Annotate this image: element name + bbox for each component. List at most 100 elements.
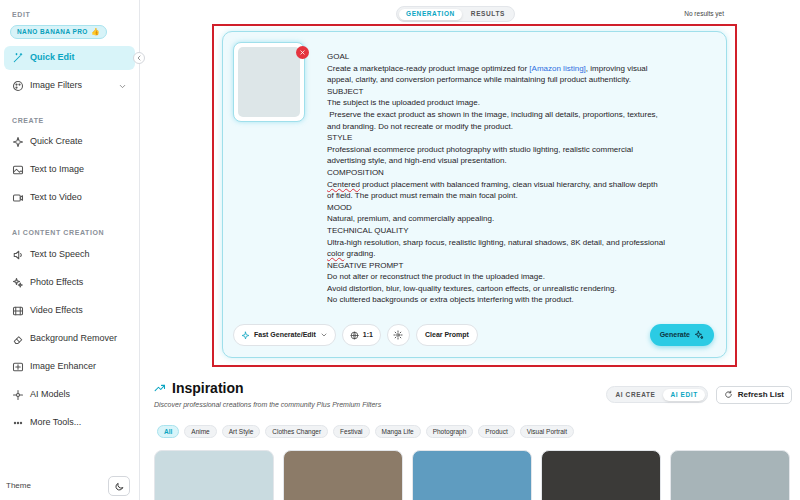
toggle-label: AI EDIT (670, 390, 697, 400)
filter-chip[interactable]: Art Style (222, 425, 261, 438)
refresh-label: Refresh List (738, 389, 784, 401)
inspiration-card[interactable] (541, 450, 661, 500)
sidebar-item[interactable]: Background Remover (4, 327, 135, 351)
prompt-text: of field. The product must remain the ma… (327, 191, 518, 200)
tab[interactable]: RESULTS (464, 9, 512, 20)
prompt-text: COMPOSITION (327, 168, 384, 177)
sparkle-icon (694, 330, 704, 340)
close-icon (298, 48, 307, 57)
prompt-line: STYLE (327, 132, 716, 144)
tab-group: GENERATION RESULTS (396, 6, 515, 22)
refresh-button[interactable]: Refresh List (716, 386, 792, 404)
thumbs-up-icon: 👍 (91, 29, 100, 36)
prompt-text: STYLE (327, 133, 352, 142)
sidebar-item[interactable]: Text to Speech (4, 243, 135, 267)
filter-chip[interactable]: Anime (184, 425, 216, 438)
sidebar-item[interactable]: AI Models (4, 383, 135, 407)
remove-image-button[interactable] (296, 46, 309, 59)
prompt-line: Avoid distortion, blur, low-quality text… (327, 283, 716, 295)
prompt-text: grading. (344, 249, 375, 258)
prompt-text: product placement with balanced framing,… (360, 180, 658, 189)
toggle-option[interactable]: AI CREATE (609, 389, 663, 401)
sidebar-item[interactable]: Video Effects (4, 299, 135, 323)
prompt-text: TECHNICAL QUALITY (327, 226, 409, 235)
filter-chips: All Anime Art Style Clothes Changer Festival… (157, 425, 792, 438)
inspiration-card[interactable] (412, 450, 532, 500)
chip-label: Art Style (229, 427, 254, 437)
inspiration-title-row: Inspiration (154, 379, 381, 397)
generate-button[interactable]: Generate (650, 324, 714, 346)
tab-label: GENERATION (406, 9, 455, 19)
uploaded-image[interactable] (233, 42, 305, 122)
filter-chip[interactable]: Clothes Changer (265, 425, 328, 438)
prompt-text: Professional ecommerce product photograp… (327, 145, 633, 154)
highlight-box: GOALCreate a marketplace-ready product i… (212, 24, 737, 367)
sidebar-item[interactable]: Text to Video (4, 186, 135, 210)
sidebar-label: Photo Effects (30, 276, 83, 290)
settings-button[interactable] (387, 324, 410, 346)
chip-label: Photograph (433, 427, 467, 437)
prompt-text: Avoid distortion, blur, low-quality text… (327, 284, 617, 293)
prompt-line: of field. The product must remain the ma… (327, 190, 716, 202)
sidebar-item[interactable]: Image Enhancer (4, 355, 135, 379)
prompt-text: and branding. Do not recreate or modify … (327, 122, 513, 131)
theme-row: Theme (0, 474, 139, 498)
gear-icon (393, 330, 403, 340)
prompt-line: appeal, clarity, and conversion performa… (327, 74, 716, 86)
sidebar-item[interactable]: Image Filters (4, 74, 135, 98)
filter-chip[interactable]: All (157, 425, 179, 438)
prompt-line: The subject is the uploaded product imag… (327, 97, 716, 109)
prompt-line: TECHNICAL QUALITY (327, 225, 716, 237)
prompt-text: SUBJECT (327, 87, 363, 96)
sidebar-label: Quick Create (30, 135, 83, 149)
sparkle-icon (12, 136, 24, 148)
image-icon (12, 164, 24, 176)
tab-label: RESULTS (471, 9, 505, 19)
filter-chip[interactable]: Festival (333, 425, 369, 438)
filter-chip[interactable]: Visual Portrait (520, 425, 574, 438)
chip-label: Product (485, 427, 507, 437)
filter-chip[interactable]: Product (478, 425, 514, 438)
sparkle-icon (241, 331, 250, 340)
inspiration-card[interactable] (283, 450, 403, 500)
theme-toggle[interactable] (108, 476, 130, 496)
moon-icon (114, 481, 125, 492)
toggle-label: AI CREATE (616, 390, 656, 400)
sidebar-label: Image Filters (30, 79, 82, 93)
refresh-icon (724, 390, 733, 399)
prompt-line: Centered product placement with balanced… (327, 179, 716, 191)
more-icon (12, 417, 24, 429)
wand-icon (12, 52, 24, 64)
chip-label: All (164, 427, 172, 437)
sidebar-label: Text to Image (30, 163, 84, 177)
clear-prompt-button[interactable]: Clear Prompt (416, 324, 478, 346)
prompt-textarea[interactable]: GOALCreate a marketplace-ready product i… (327, 42, 716, 306)
chip-label: Manga Life (382, 427, 414, 437)
globe-icon (350, 331, 359, 340)
mode-dropdown[interactable]: Fast Generate/Edit (233, 324, 336, 346)
sidebar-item[interactable]: Quick Create (4, 130, 135, 154)
inspiration-card[interactable] (670, 450, 790, 500)
clear-label: Clear Prompt (425, 330, 469, 341)
prompt-text: Ultra-high resolution, sharp focus, real… (327, 238, 665, 247)
sidebar-item[interactable]: More Tools... (4, 411, 135, 435)
tab[interactable]: GENERATION (399, 9, 462, 20)
collapse-button[interactable] (133, 52, 145, 64)
enhance-icon (12, 361, 24, 373)
aspect-ratio-button[interactable]: 1:1 (342, 324, 381, 346)
toggle-option[interactable]: AI EDIT (663, 389, 704, 401)
sidebar-item[interactable]: Quick Edit (4, 46, 135, 70)
sidebar-item[interactable]: Photo Effects (4, 271, 135, 295)
prompt-text: Natural, premium, and commercially appea… (327, 214, 494, 223)
create-edit-toggle: AI CREATE AI EDIT (606, 386, 708, 403)
sidebar-label: Video Effects (30, 304, 83, 318)
filter-chip[interactable]: Manga Life (375, 425, 421, 438)
inspiration-card[interactable] (154, 450, 274, 500)
chevron-down-icon (118, 82, 127, 91)
filter-chip[interactable]: Photograph (426, 425, 474, 438)
sidebar-item[interactable]: Text to Image (4, 158, 135, 182)
film-icon (12, 305, 24, 317)
sidebar-label: Background Remover (30, 332, 117, 346)
effects-icon (12, 277, 24, 289)
palette-icon (12, 80, 24, 92)
